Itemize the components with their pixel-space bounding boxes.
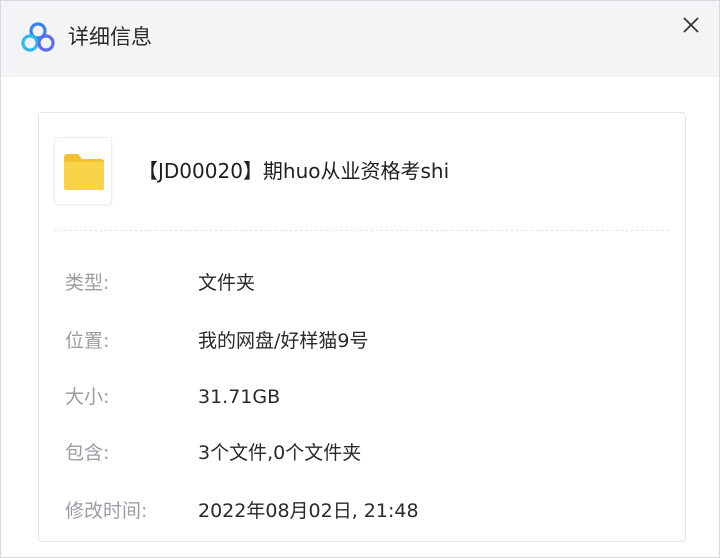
detail-row-type: 类型: 文件夹 [65,268,665,298]
close-icon [683,17,699,33]
detail-label: 包含: [65,442,110,464]
file-info-card: 【JD00020】期huo从业资格考shi 类型: 文件夹 位置: 我的网盘/好… [38,112,686,542]
file-name: 【JD00020】期huo从业资格考shi [138,159,450,183]
detail-label: 类型: [65,272,110,294]
dialog-titlebar: 详细信息 [1,1,719,77]
close-button[interactable] [673,7,709,43]
baidu-netdisk-logo-icon [21,21,55,53]
detail-value: 2022年08月02日, 21:48 [198,500,419,522]
detail-row-location: 位置: 我的网盘/好样猫9号 [65,326,665,356]
detail-value: 文件夹 [198,272,256,294]
dialog-title: 详细信息 [68,25,152,49]
file-thumbnail [54,137,112,205]
detail-row-contains: 包含: 3个文件,0个文件夹 [65,438,665,468]
detail-value[interactable]: 我的网盘/好样猫9号 [198,326,369,356]
detail-row-modified: 修改时间: 2022年08月02日, 21:48 [65,496,665,526]
detail-label: 修改时间: [65,500,148,522]
detail-value: 31.71GB [198,386,281,408]
detail-value: 3个文件,0个文件夹 [198,442,362,464]
divider [54,230,669,231]
details-dialog: 详细信息 【JD00020】期huo从业资格考shi 类型: 文件夹 位置: 我… [0,0,720,558]
detail-row-size: 大小: 31.71GB [65,382,665,412]
detail-label: 位置: [65,330,110,352]
detail-label: 大小: [65,386,110,408]
folder-icon [64,154,104,190]
